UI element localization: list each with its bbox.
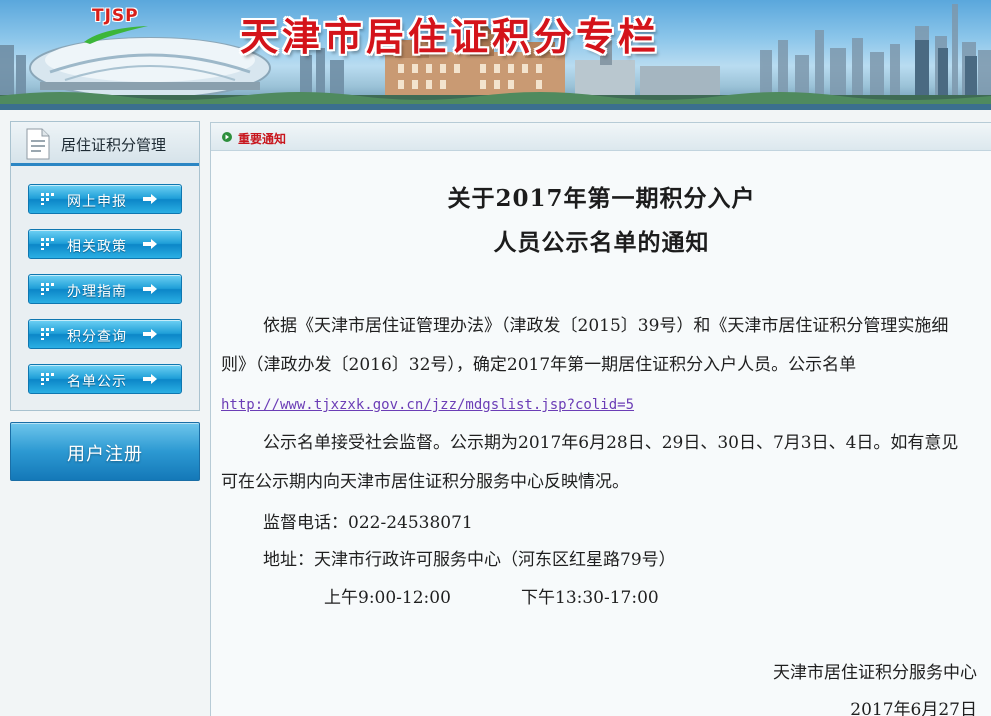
grid-dots-icon (41, 193, 54, 205)
office-hours-afternoon: 下午13:30-17:00 (521, 588, 659, 608)
sidebar-item-label: 办理指南 (67, 284, 127, 300)
grid-dots-icon (41, 238, 54, 250)
sidebar-item-points-query[interactable]: 积分查询 (28, 319, 182, 349)
sidebar-item-publicity-list[interactable]: 名单公示 (28, 364, 182, 394)
sidebar-item-label: 名单公示 (67, 374, 127, 390)
user-register-button[interactable]: 用户注册 (10, 422, 200, 481)
banner-title: 天津市居住证积分专栏 (240, 15, 661, 59)
notice-panel-header: 重要通知 (211, 123, 991, 151)
grid-dots-icon (41, 283, 54, 295)
sidebar-item-online-apply[interactable]: 网上申报 (28, 184, 182, 214)
arrow-right-icon (143, 374, 157, 384)
service-address: 地址：天津市行政许可服务中心（河东区红星路79号） (263, 550, 676, 570)
sidebar: 居住证积分管理 网上申报 相关政策 办理指南 积分查询 名单公示 (10, 121, 200, 411)
arrow-right-icon (143, 284, 157, 294)
paragraph-2-text: 公示名单接受社会监督。公示期为2017年6月28日、29日、30日、7月3日、4… (221, 433, 959, 492)
document-icon (26, 128, 50, 160)
arrow-right-icon (143, 194, 157, 204)
notice-title-line2: 人员公示名单的通知 (493, 229, 710, 256)
notice-panel: 重要通知 关于2017年第一期积分入户 人员公示名单的通知 依据《天津市居住证管… (210, 122, 991, 716)
site-logo[interactable]: TJSP (92, 6, 139, 26)
arrow-right-icon (143, 329, 157, 339)
notice-paragraph-1: 依据《天津市居住证管理办法》（津政发〔2015〕39号）和《天津市居住证积分管理… (221, 307, 971, 425)
paragraph-1-text: 依据《天津市居住证管理办法》（津政发〔2015〕39号）和《天津市居住证积分管理… (221, 316, 949, 375)
sidebar-title: 居住证积分管理 (61, 136, 167, 154)
publicity-list-link[interactable]: http://www.tjxzxk.gov.cn/jzz/mdgslist.js… (221, 397, 634, 413)
logo-swoosh-icon (84, 26, 148, 44)
grid-dots-icon (41, 373, 54, 385)
supervision-phone: 监督电话：022-24538071 (263, 513, 473, 533)
issue-date: 2017年6月27日 (850, 700, 977, 716)
sidebar-item-label: 网上申报 (67, 194, 127, 210)
grid-dots-icon (41, 328, 54, 340)
notice-title-line1: 关于2017年第一期积分入户 (447, 185, 756, 212)
section-heading: 重要通知 (238, 132, 287, 146)
issuer-signature: 天津市居住证积分服务中心 (773, 663, 977, 683)
user-register-label: 用户注册 (67, 444, 143, 465)
sidebar-item-guide[interactable]: 办理指南 (28, 274, 182, 304)
notice-paragraph-2: 公示名单接受社会监督。公示期为2017年6月28日、29日、30日、7月3日、4… (221, 424, 971, 502)
sidebar-header: 居住证积分管理 (11, 122, 199, 166)
sidebar-item-label: 相关政策 (67, 239, 127, 255)
bullet-arrow-icon (222, 132, 232, 142)
sidebar-item-label: 积分查询 (67, 329, 127, 345)
office-hours-morning: 上午9:00-12:00 (324, 588, 451, 608)
sidebar-item-policies[interactable]: 相关政策 (28, 229, 182, 259)
arrow-right-icon (143, 239, 157, 249)
header-banner: TJSP 天津市居住证积分专栏 (0, 0, 991, 110)
